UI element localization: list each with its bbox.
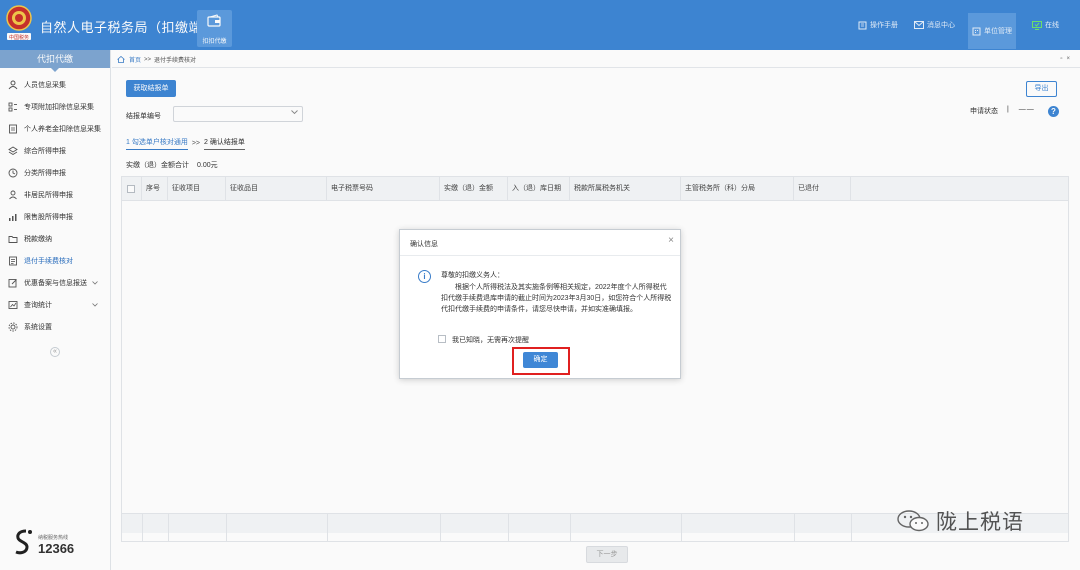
confirm-dialog: 确认信息 × i 尊敬的扣缴义务人： 根据个人所得税法及其实施条例等相关规定，2… [399, 229, 681, 379]
dont-remind-label[interactable]: 我已知晓，无需再次提醒 [452, 335, 529, 345]
confirm-ok-button[interactable]: 确定 [523, 352, 558, 368]
close-icon[interactable]: × [668, 235, 674, 246]
dialog-greeting: 尊敬的扣缴义务人： [441, 272, 504, 279]
dont-remind-checkbox[interactable] [438, 335, 446, 343]
dialog-title: 确认信息 [410, 241, 438, 248]
info-icon: i [418, 270, 431, 283]
dialog-message: 根据个人所得税法及其实施条例等相关规定，2022年度个人所得税代扣代缴手续费退库… [441, 284, 672, 313]
